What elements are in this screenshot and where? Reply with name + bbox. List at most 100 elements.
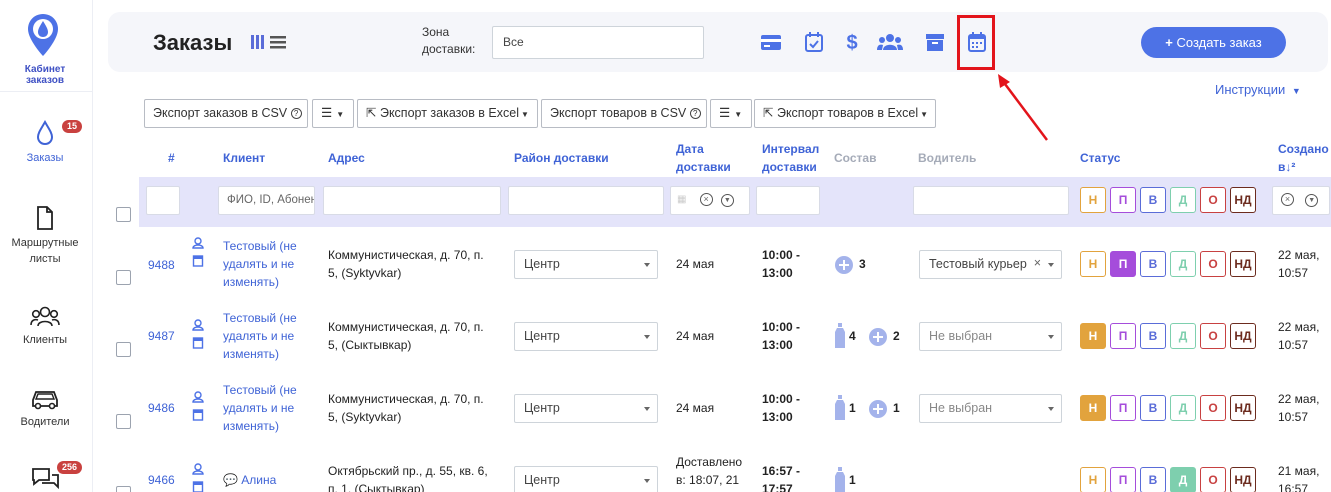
row-checkbox[interactable] xyxy=(116,342,131,357)
drop-icon xyxy=(36,120,54,146)
status-n[interactable]: Н xyxy=(1080,323,1106,349)
client-info-icons[interactable] xyxy=(192,391,204,423)
sidebar-item-clients[interactable]: Клиенты xyxy=(0,304,90,348)
district-select[interactable]: Центр xyxy=(514,250,658,279)
chevron-down-icon[interactable]: ▼ xyxy=(1305,194,1319,207)
status-d[interactable]: Д xyxy=(1170,395,1196,421)
status-v[interactable]: В xyxy=(1140,395,1166,421)
status-o[interactable]: О xyxy=(1200,251,1226,277)
status-n[interactable]: Н xyxy=(1080,251,1106,277)
status-p[interactable]: П xyxy=(1110,467,1136,492)
clear-icon[interactable]: × xyxy=(1034,256,1041,270)
status-o[interactable]: О xyxy=(1200,395,1226,421)
order-id-link[interactable]: 9488 xyxy=(148,256,175,274)
driver-select[interactable]: Не выбран xyxy=(919,394,1062,423)
client-name-link[interactable]: 💬 Алина xyxy=(223,471,276,489)
district-select[interactable]: Центр xyxy=(514,322,658,351)
driver-select[interactable]: Не выбран xyxy=(919,322,1062,351)
status-p[interactable]: П xyxy=(1110,395,1136,421)
users-icon[interactable] xyxy=(876,30,904,54)
status-d[interactable]: Д xyxy=(1170,323,1196,349)
status-p[interactable]: П xyxy=(1110,323,1136,349)
order-id-link[interactable]: 9486 xyxy=(148,399,175,417)
create-order-button[interactable]: + Создать заказ xyxy=(1141,27,1286,58)
export-orders-csv-button[interactable]: Экспорт заказов в CSV ? xyxy=(144,99,308,128)
delivery-zone-select[interactable]: Все xyxy=(492,26,704,59)
archive-icon[interactable] xyxy=(923,30,947,54)
status-nd[interactable]: НД xyxy=(1230,323,1256,349)
status-o[interactable]: О xyxy=(1200,323,1226,349)
district-select[interactable]: Центр xyxy=(514,466,658,492)
column-header-status[interactable]: Статус xyxy=(1080,149,1120,167)
status-v[interactable]: В xyxy=(1140,323,1166,349)
sidebar-item-route-sheets[interactable]: Маршрутные листы xyxy=(0,205,90,267)
filter-status-nd[interactable]: НД xyxy=(1230,187,1256,213)
clear-icon[interactable]: × xyxy=(699,193,713,206)
filter-status-o[interactable]: О xyxy=(1200,187,1226,213)
card-icon[interactable] xyxy=(759,30,783,54)
district-select[interactable]: Центр xyxy=(514,394,658,423)
client-info-icons[interactable] xyxy=(192,463,204,492)
calendar-check-icon[interactable] xyxy=(802,30,826,54)
status-nd[interactable]: НД xyxy=(1230,251,1256,277)
filter-status-d[interactable]: Д xyxy=(1170,187,1196,213)
column-header-address[interactable]: Адрес xyxy=(328,149,365,167)
status-d[interactable]: Д xyxy=(1170,467,1196,492)
client-info-icons[interactable] xyxy=(192,319,204,351)
interval-filter-input[interactable] xyxy=(756,186,820,215)
goods-columns-menu[interactable]: ☰ ▼ xyxy=(710,99,752,128)
filter-status-p[interactable]: П xyxy=(1110,187,1136,213)
instructions-dropdown[interactable]: Инструкции ▼ xyxy=(1215,82,1301,97)
created-filter-input[interactable]: × ▼ xyxy=(1272,186,1330,215)
columns-view-icon[interactable] xyxy=(251,34,287,50)
select-all-checkbox[interactable] xyxy=(116,207,131,222)
status-d[interactable]: Д xyxy=(1170,251,1196,277)
interval-line: 13:00 xyxy=(762,410,793,424)
column-header-created[interactable]: Создано в↓² xyxy=(1278,140,1329,176)
status-v[interactable]: В xyxy=(1140,467,1166,492)
column-header-num[interactable]: # xyxy=(168,149,175,167)
district-filter-input[interactable] xyxy=(508,186,664,215)
export-goods-excel-button[interactable]: ⇱ Экспорт товаров в Excel ▼ xyxy=(754,99,936,128)
status-n[interactable]: Н xyxy=(1080,467,1106,492)
client-name-link[interactable]: Тестовый (не удалять и не изменять) xyxy=(223,381,297,435)
row-checkbox[interactable] xyxy=(116,414,131,429)
brand[interactable]: Кабинет заказов xyxy=(0,0,93,92)
driver-filter-input[interactable] xyxy=(913,186,1069,215)
orders-columns-menu[interactable]: ☰ ▼ xyxy=(312,99,354,128)
row-checkbox[interactable] xyxy=(116,270,131,285)
dollar-icon[interactable]: $ xyxy=(840,30,864,54)
status-v[interactable]: В xyxy=(1140,251,1166,277)
delivery-interval: 10:00 - 13:00 xyxy=(762,390,800,426)
export-orders-excel-button[interactable]: ⇱ Экспорт заказов в Excel ▼ xyxy=(357,99,538,128)
row-checkbox[interactable] xyxy=(116,486,131,492)
id-filter-input[interactable] xyxy=(146,186,180,215)
column-header-interval[interactable]: Интервал доставки xyxy=(762,140,819,176)
status-n[interactable]: Н xyxy=(1080,395,1106,421)
filter-status-n[interactable]: Н xyxy=(1080,187,1106,213)
export-goods-csv-button[interactable]: Экспорт товаров в CSV ? xyxy=(541,99,707,128)
chevron-down-icon[interactable]: ▼ xyxy=(720,194,734,207)
client-name-link[interactable]: Тестовый (не удалять и не изменять) xyxy=(223,237,297,291)
status-p[interactable]: П xyxy=(1110,251,1136,277)
status-nd[interactable]: НД xyxy=(1230,395,1256,421)
driver-select[interactable]: Тестовый курьер × xyxy=(919,250,1062,279)
sidebar-item-drivers[interactable]: Водители xyxy=(0,386,90,430)
column-header-client[interactable]: Клиент xyxy=(223,149,265,167)
status-o[interactable]: О xyxy=(1200,467,1226,492)
client-name-link[interactable]: Тестовый (не удалять и не изменять) xyxy=(223,309,297,363)
date-filter-input[interactable]: ▦ × ▼ xyxy=(670,186,750,215)
address-filter-input[interactable] xyxy=(323,186,501,215)
export-goods-csv-label: Экспорт товаров в CSV xyxy=(550,106,687,120)
client-info-icons[interactable] xyxy=(192,237,204,269)
order-id-link[interactable]: 9466 xyxy=(148,471,175,489)
view-toggle[interactable] xyxy=(251,34,287,53)
clear-icon[interactable]: × xyxy=(1281,193,1294,206)
export-goods-excel-label: Экспорт товаров в Excel xyxy=(776,106,919,120)
column-header-date[interactable]: Дата доставки xyxy=(676,140,731,176)
order-id-link[interactable]: 9487 xyxy=(148,327,175,345)
filter-status-v[interactable]: В xyxy=(1140,187,1166,213)
client-filter-input[interactable]: ФИО, ID, Абонент xyxy=(218,186,315,215)
column-header-district[interactable]: Район доставки xyxy=(514,149,609,167)
status-nd[interactable]: НД xyxy=(1230,467,1256,492)
